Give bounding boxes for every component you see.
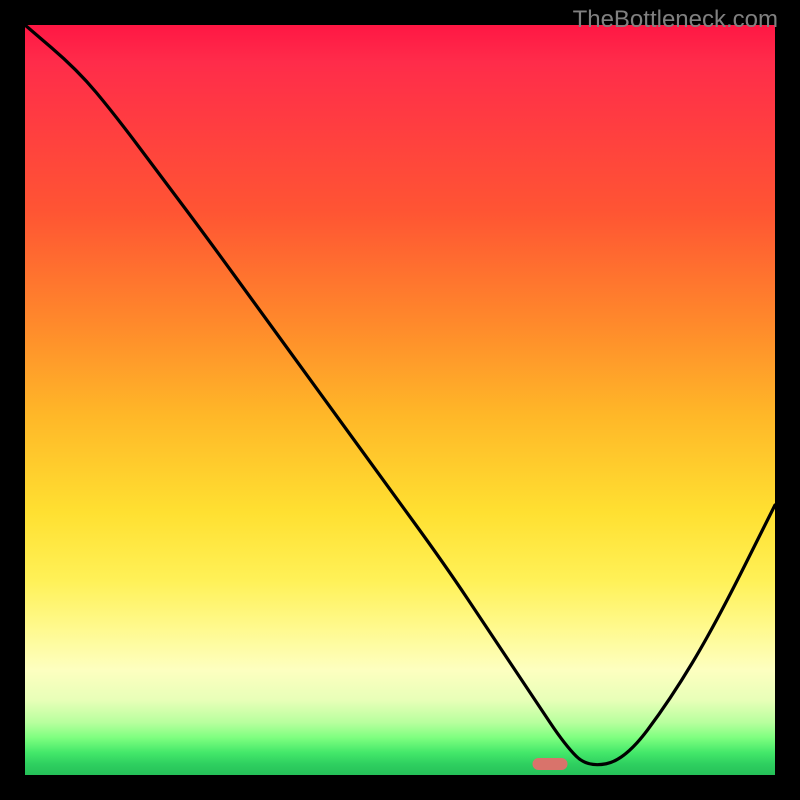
chart-plot-area bbox=[25, 25, 775, 775]
optimal-point-marker bbox=[533, 758, 568, 770]
bottleneck-curve bbox=[25, 25, 775, 775]
site-watermark: TheBottleneck.com bbox=[573, 6, 778, 34]
